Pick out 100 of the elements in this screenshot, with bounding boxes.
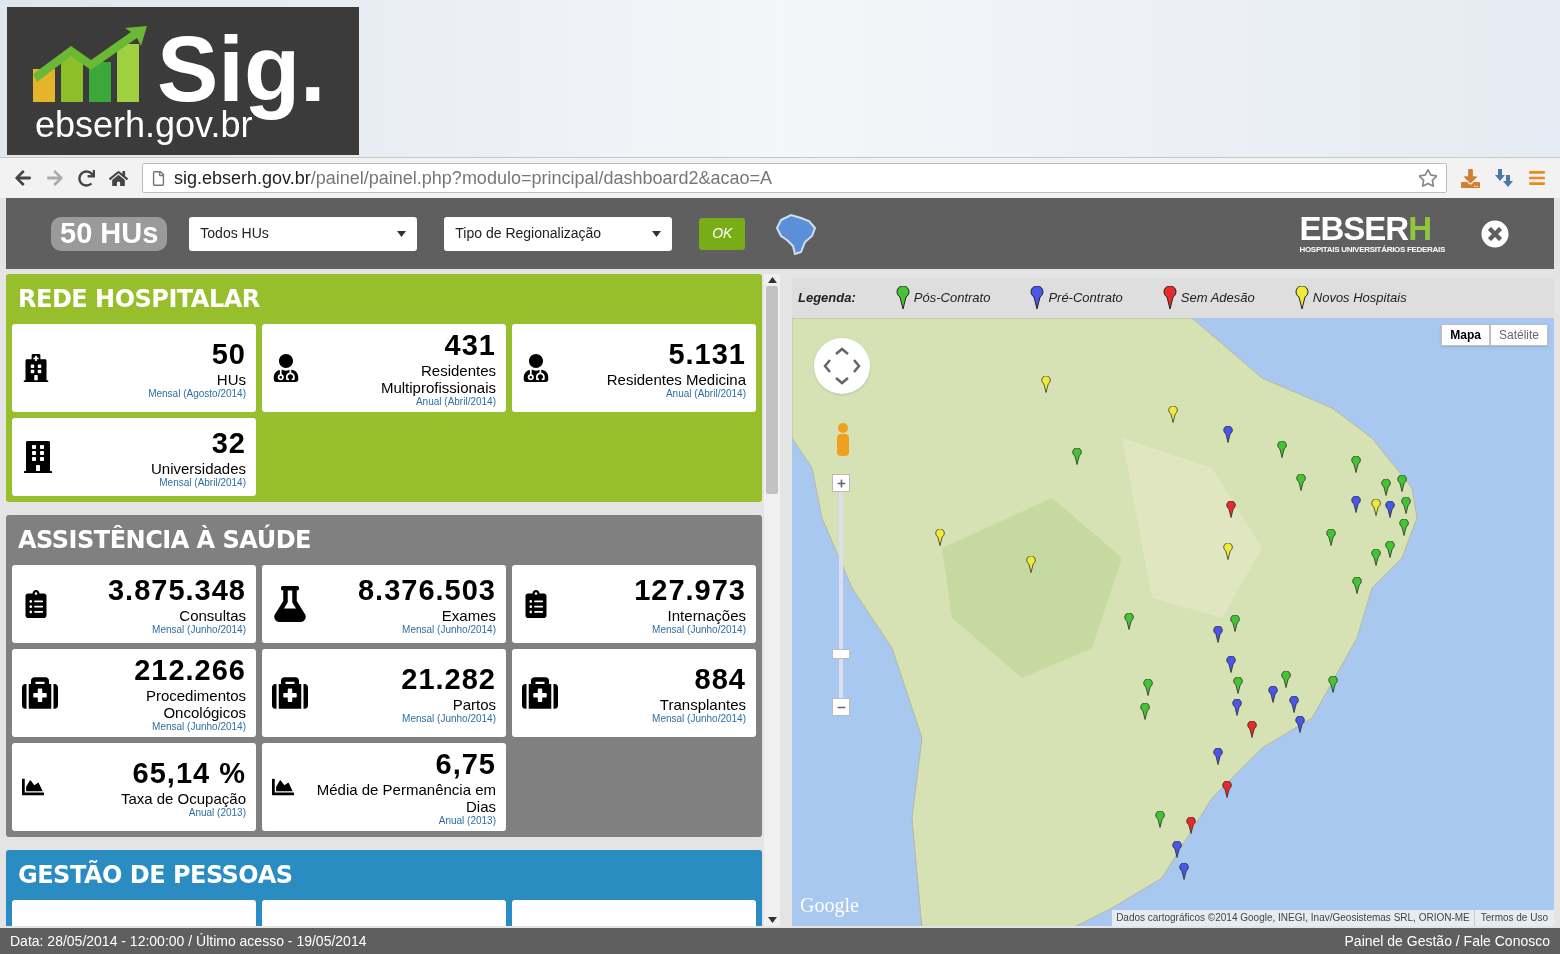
dropdown-select[interactable]: Todos HUs — [189, 216, 418, 251]
stat-label: Internações — [667, 606, 746, 624]
download-icon[interactable] — [1461, 168, 1480, 188]
map-pin-icon[interactable] — [1351, 496, 1362, 514]
terms-link[interactable]: Termos de Uso — [1473, 910, 1554, 926]
chart-icon — [272, 776, 294, 798]
map-pin-icon[interactable] — [1371, 549, 1382, 567]
map-pin-icon[interactable] — [1381, 479, 1392, 497]
building-icon — [22, 441, 54, 473]
stat-period: Anual (Abril/2014) — [665, 387, 746, 400]
stat-value: 5.131 — [668, 336, 746, 371]
map-pin-icon[interactable] — [1140, 703, 1151, 721]
map-pin-icon[interactable] — [1232, 699, 1243, 717]
map-pin-icon[interactable] — [1399, 519, 1410, 537]
map-pin-icon[interactable] — [1277, 441, 1288, 459]
stat-period: Anual (2013) — [188, 806, 246, 819]
scrollbar-thumb[interactable] — [766, 286, 778, 494]
map-pin-icon[interactable] — [1072, 448, 1083, 466]
address-bar[interactable]: sig.ebserh.gov.br/painel/painel.php?modulo=principal/dashboard2&acao=A — [142, 163, 1447, 193]
map-pin-icon[interactable] — [1230, 615, 1241, 633]
map-pin-icon[interactable] — [1326, 529, 1337, 547]
map-pin-icon[interactable] — [1213, 626, 1224, 644]
page-icon — [151, 170, 166, 186]
map-pin-icon[interactable] — [935, 529, 946, 547]
map-pin-icon[interactable] — [1385, 541, 1396, 559]
home-icon[interactable] — [109, 168, 128, 188]
medkit-icon — [522, 675, 558, 711]
stat-period: Mensal (Abril/2014) — [159, 476, 246, 489]
stat-period: Mensal (Junho/2014) — [652, 712, 746, 725]
legend-label: Sem Adesão — [1180, 289, 1255, 308]
dropdown-caret-icon[interactable] — [652, 230, 662, 237]
plus-icon — [836, 478, 846, 488]
map-pin-icon[interactable] — [1226, 656, 1237, 674]
map-view[interactable]: Mapa Satélite Google Dados cartográficos ©2014 Google, INEGI, Inav/Geosistemas SRL, ORION-ME Termos de Uso — [792, 318, 1554, 926]
map-pin-icon[interactable] — [1168, 406, 1179, 424]
map-pin-icon[interactable] — [1223, 543, 1234, 561]
bookmark-star-icon[interactable] — [1418, 168, 1438, 188]
stat-label: Residentes Medicina — [606, 370, 746, 388]
map-pin-icon[interactable] — [1143, 679, 1154, 697]
zoom-slider-thumb[interactable] — [832, 648, 850, 659]
back-icon[interactable] — [14, 169, 32, 187]
map-pin-icon[interactable] — [1172, 841, 1183, 859]
map-pin-icon[interactable] — [1371, 499, 1382, 517]
map-pin-icon[interactable] — [1155, 811, 1166, 829]
legend-label: Pós-Contrato — [913, 289, 991, 308]
map-pin-icon[interactable] — [1179, 863, 1190, 881]
section-title: REDE HOSPITALAR — [17, 284, 261, 315]
map-pin-icon[interactable] — [1351, 456, 1362, 474]
stat-value: 127.973 — [634, 572, 746, 607]
legend-label: Novos Hospitais — [1312, 289, 1407, 308]
close-icon[interactable] — [1481, 219, 1509, 248]
zoom-slider[interactable] — [832, 492, 850, 698]
map-type-button[interactable]: Satélite — [1489, 324, 1548, 346]
map-pin-icon[interactable] — [1247, 721, 1258, 739]
zoom-in-button[interactable] — [832, 474, 850, 492]
map-pin-icon[interactable] — [1397, 475, 1408, 493]
scroll-down-icon[interactable] — [767, 917, 777, 923]
reload-icon[interactable] — [78, 169, 95, 187]
map-pin-icon[interactable] — [1233, 677, 1244, 695]
map-type-button[interactable]: Mapa — [1441, 324, 1490, 346]
map-pin-icon[interactable] — [1268, 686, 1279, 704]
stat-value: 32 — [211, 425, 246, 460]
map-pin-icon[interactable] — [1401, 497, 1412, 515]
map-pin-icon[interactable] — [1223, 426, 1234, 444]
map-pin-icon[interactable] — [1222, 781, 1233, 799]
flask-icon — [272, 586, 308, 622]
stat-label: Transplantes — [659, 695, 746, 713]
stat-label: Exames — [441, 606, 496, 624]
map-pin-icon[interactable] — [1385, 501, 1396, 519]
url-text: sig.ebserh.gov.br/painel/painel.php?modulo=principal/dashboard2&acao=A — [174, 166, 773, 190]
map-pin-icon[interactable] — [1289, 696, 1300, 714]
map-pin-icon[interactable] — [1352, 577, 1363, 595]
map-pin-icon[interactable] — [1281, 671, 1292, 689]
stat-value: 884 — [694, 661, 746, 696]
dropdown-caret-icon[interactable] — [397, 230, 407, 237]
stat-period: Mensal (Junho/2014) — [152, 623, 246, 636]
footer-links[interactable]: Painel de Gestão / Fale Conosco — [1344, 930, 1550, 952]
map-pin-icon[interactable] — [1296, 474, 1307, 492]
dropdown-select[interactable]: Tipo de Regionalização — [444, 216, 673, 251]
stat-label: Consultas — [179, 606, 246, 624]
map-pin-icon[interactable] — [1328, 676, 1339, 694]
stat-label: Procedimentos Oncológicos — [144, 687, 246, 721]
stat-period: Mensal (Junho/2014) — [152, 721, 246, 733]
stat-label: Partos — [452, 695, 496, 713]
doctor-icon — [522, 354, 550, 382]
map-pin-icon[interactable] — [1186, 817, 1197, 835]
arrows-icon[interactable] — [1494, 168, 1514, 188]
scroll-up-icon[interactable] — [767, 277, 777, 283]
map-pin-icon[interactable] — [1226, 501, 1237, 519]
map-pin-icon[interactable] — [1041, 376, 1052, 394]
map-pin-icon[interactable] — [1213, 748, 1224, 766]
stat-value: 8.376.503 — [358, 572, 496, 607]
zoom-out-button[interactable] — [832, 698, 850, 716]
chart-icon — [22, 776, 44, 798]
map-pin-icon[interactable] — [1295, 716, 1306, 734]
scrollbar[interactable] — [764, 274, 780, 926]
stat-period: Anual (2013) — [438, 815, 496, 827]
map-pin-icon[interactable] — [1026, 556, 1037, 574]
map-pin-icon[interactable] — [1124, 613, 1135, 631]
brazil-map-icon[interactable] — [775, 211, 818, 256]
